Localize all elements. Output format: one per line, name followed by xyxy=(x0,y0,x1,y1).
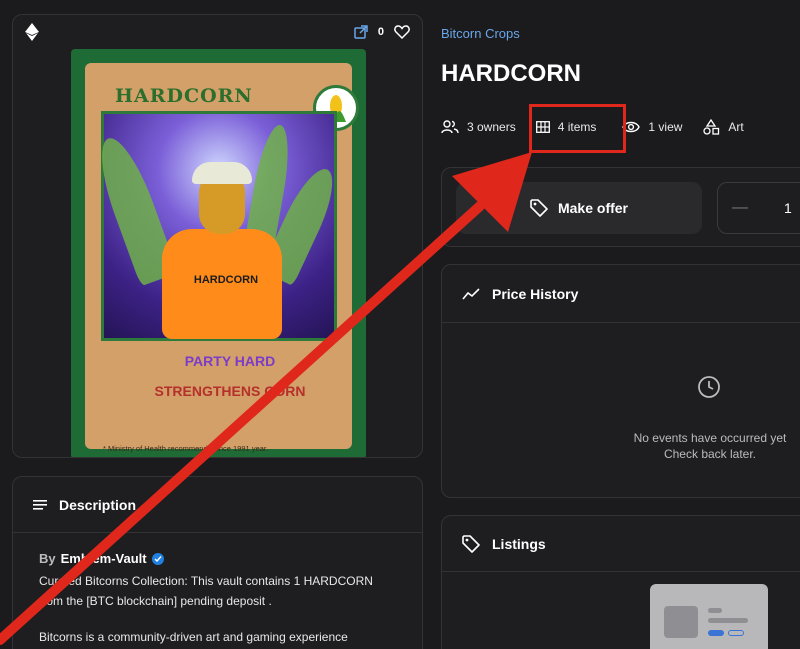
description-title: Description xyxy=(59,496,137,513)
illustration-line xyxy=(708,618,748,623)
nft-figure-hat xyxy=(192,162,252,184)
media-card: 0 HARDCORN HARDCORN PARTY HARD STRENGTHE… xyxy=(12,14,423,458)
tag-icon xyxy=(462,534,480,553)
illustration-line xyxy=(708,608,722,613)
nft-tagline-2: STRENGTHENS CORN xyxy=(154,383,306,399)
annotation-highlight-box xyxy=(529,104,626,153)
creator-line: By Emblem-Vault xyxy=(39,549,396,569)
nft-image[interactable]: HARDCORN HARDCORN PARTY HARD STRENGTHENS… xyxy=(71,49,366,457)
empty-message: No events have occurred yet xyxy=(633,431,787,445)
quantity-stepper[interactable]: — 1 xyxy=(717,182,800,234)
shapes-icon xyxy=(703,119,720,135)
verified-badge-icon xyxy=(151,553,164,565)
nft-tagline-1: PARTY HARD xyxy=(184,353,276,369)
make-offer-label: Make offer xyxy=(557,200,629,216)
price-history-title: Price History xyxy=(492,285,579,302)
illustration-pill xyxy=(728,630,744,636)
decrement-button[interactable]: — xyxy=(732,199,748,217)
nft-photo: HARDCORN xyxy=(89,111,344,341)
description-text-2: Bitcorns is a community-driven art and g… xyxy=(39,630,348,644)
category-stat[interactable]: Art xyxy=(702,119,744,135)
category-label: Art xyxy=(728,120,744,134)
views-stat: 1 view xyxy=(622,120,682,134)
description-header[interactable]: Description xyxy=(13,477,422,533)
list-icon xyxy=(33,499,47,510)
owners-stat[interactable]: 3 owners xyxy=(441,120,516,134)
illustration-pill xyxy=(708,630,724,636)
clock-icon xyxy=(698,376,720,398)
price-history-card: Price History No events have occurred ye… xyxy=(441,264,800,498)
empty-listings-illustration xyxy=(650,584,768,649)
heart-icon[interactable] xyxy=(394,25,410,39)
listings-title: Listings xyxy=(492,535,546,552)
nft-footer-text: * Ministry of Health recommends since 19… xyxy=(103,444,269,453)
ethereum-icon xyxy=(25,23,39,41)
trend-line-icon xyxy=(462,287,480,300)
like-count: 0 xyxy=(377,26,384,38)
creator-link[interactable]: Emblem-Vault xyxy=(61,549,147,569)
collection-link[interactable]: Bitcorn Crops xyxy=(441,26,520,41)
empty-submessage: Check back later. xyxy=(663,447,757,461)
users-icon xyxy=(441,120,459,134)
offer-card: Make offer — 1 xyxy=(441,167,800,247)
price-history-empty-state: No events have occurred yet Check back l… xyxy=(442,323,800,499)
by-prefix: By xyxy=(39,551,56,566)
illustration-thumbnail xyxy=(664,606,698,638)
item-title: HARDCORN xyxy=(441,60,581,87)
quantity-value[interactable]: 1 xyxy=(784,200,792,216)
views-label: 1 view xyxy=(648,120,683,134)
description-body: By Emblem-Vault Curated Bitcorns Collect… xyxy=(13,533,422,649)
description-text: Curated Bitcorns Collection: This vault … xyxy=(39,574,373,608)
nft-parchment: HARDCORN HARDCORN PARTY HARD STRENGTHENS… xyxy=(85,63,359,453)
nft-card-frame: HARDCORN HARDCORN PARTY HARD STRENGTHENS… xyxy=(71,49,366,457)
owners-label: 3 owners xyxy=(467,120,516,134)
nft-shirt-text: HARDCORN xyxy=(193,274,259,286)
description-card: Description By Emblem-Vault Curated Bitc… xyxy=(12,476,423,649)
nft-title-text: HARDCORN xyxy=(115,85,253,107)
media-toolbar: 0 xyxy=(13,15,422,49)
listings-header[interactable]: Listings xyxy=(442,516,800,572)
listings-card: Listings xyxy=(441,515,800,649)
external-link-icon[interactable] xyxy=(354,25,368,39)
make-offer-button[interactable]: Make offer xyxy=(456,182,702,234)
tag-icon xyxy=(530,199,548,217)
price-history-header[interactable]: Price History xyxy=(442,265,800,323)
